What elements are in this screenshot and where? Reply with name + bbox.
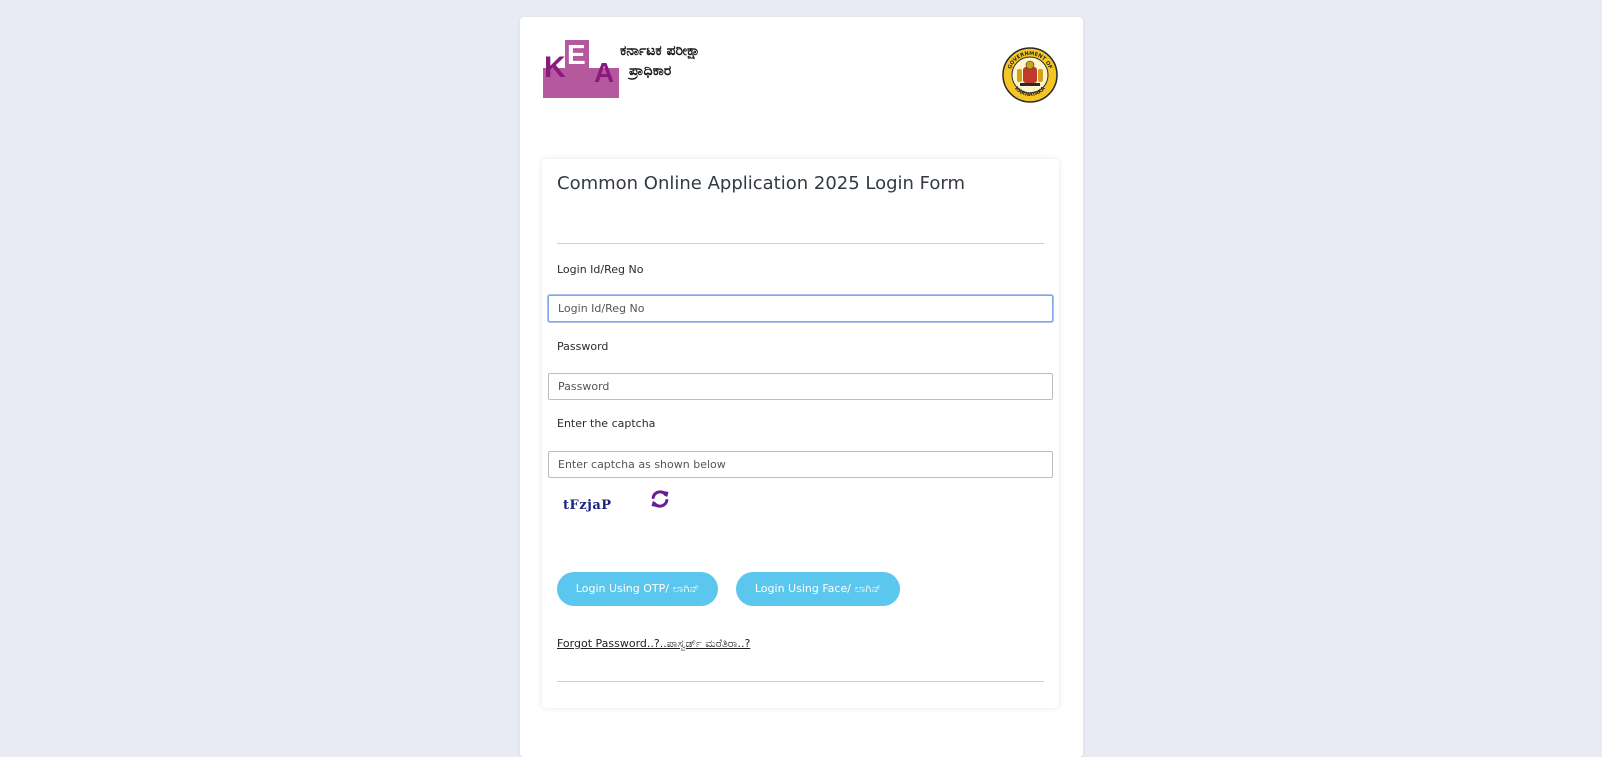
divider-bottom	[557, 681, 1044, 682]
svg-text:E: E	[567, 40, 586, 70]
svg-text:A: A	[594, 57, 614, 88]
kea-logo: K E A	[543, 40, 619, 98]
captcha-image: tFzjaP	[563, 498, 612, 513]
captcha-input[interactable]	[548, 451, 1053, 478]
org-name: ಕರ್ನಾಟಕ ಪರೀಕ್ಷಾ ಪ್ರಾಧಿಕಾರ	[620, 41, 700, 81]
password-label: Password	[557, 340, 609, 353]
login-id-label: Login Id/Reg No	[557, 263, 644, 276]
captcha-label: Enter the captcha	[557, 417, 656, 430]
form-title: Common Online Application 2025 Login For…	[557, 173, 966, 194]
login-face-button[interactable]: Login Using Face/ ಲಾಗಿನ್	[736, 572, 900, 606]
login-otp-button[interactable]: Login Using OTP/ ಲಾಗಿನ್	[557, 572, 718, 606]
divider-top	[557, 243, 1044, 244]
org-name-line2: ಪ್ರಾಧಿಕಾರ	[629, 63, 672, 79]
org-name-line1: ಕರ್ನಾಟಕ ಪರೀಕ್ಷಾ	[620, 43, 701, 59]
forgot-password-link[interactable]: Forgot Password..?..ಪಾಸ್ವರ್ಡ್ ಮರೆತಿರಾ..?	[557, 637, 750, 651]
login-id-input[interactable]	[548, 295, 1053, 322]
svg-text:K: K	[544, 51, 566, 84]
login-page-card: K E A ಕರ್ನಾಟಕ ಪರೀಕ್ಷಾ ಪ್ರಾಧಿಕಾರ GOVERNME…	[520, 17, 1083, 757]
karnataka-emblem-icon: GOVERNMENT OF KARNATAKA	[1002, 47, 1058, 103]
refresh-icon[interactable]	[650, 489, 670, 509]
login-form-card: Common Online Application 2025 Login For…	[542, 159, 1059, 708]
password-input[interactable]	[548, 373, 1053, 400]
